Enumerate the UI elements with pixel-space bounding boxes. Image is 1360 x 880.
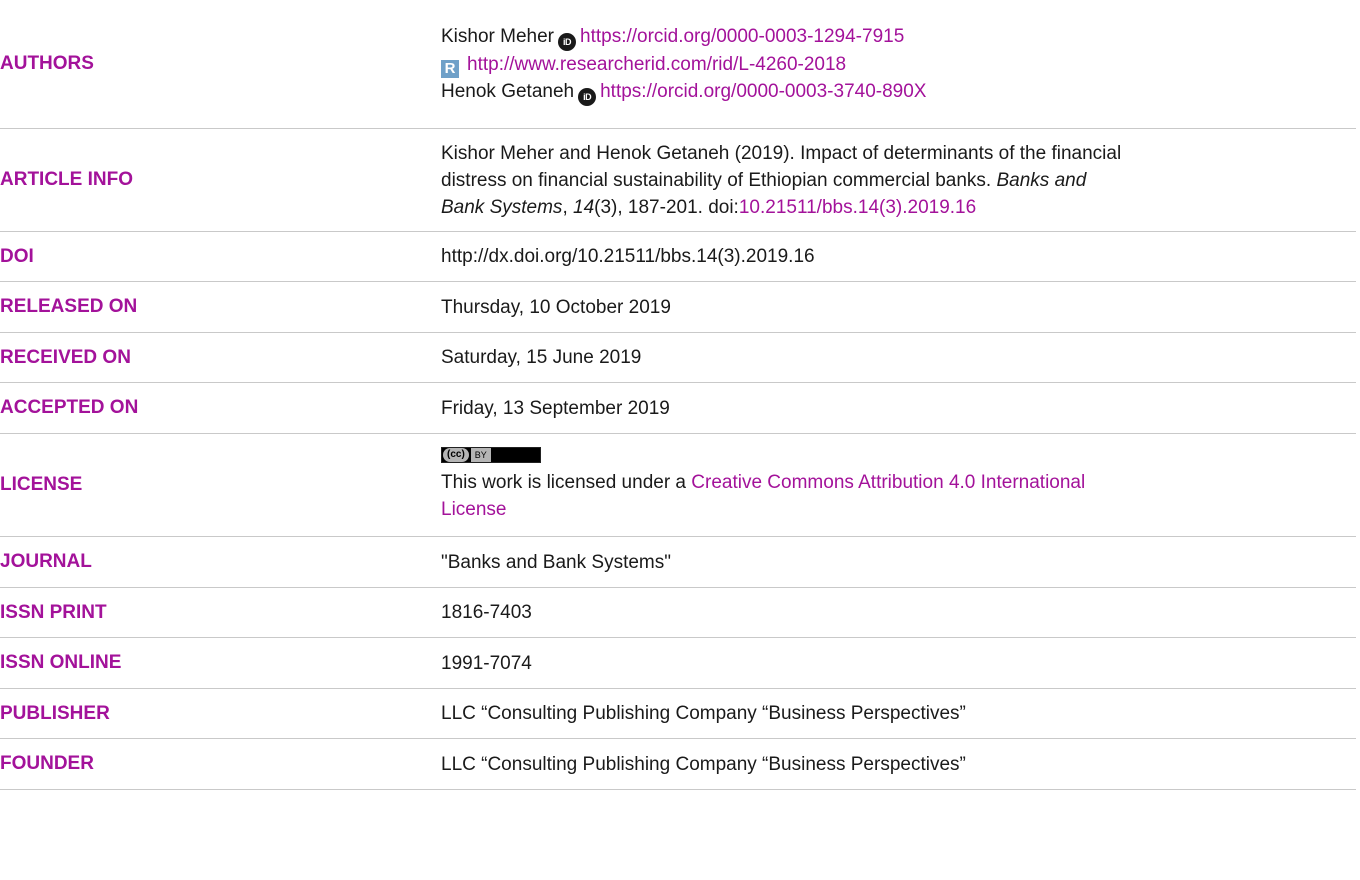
journal-value: "Banks and Bank Systems" bbox=[441, 537, 1356, 587]
article-info-label: ARTICLE INFO bbox=[0, 169, 133, 190]
row-publisher: PUBLISHER LLC “Consulting Publishing Com… bbox=[0, 689, 1356, 739]
accepted-label: ACCEPTED ON bbox=[0, 397, 139, 418]
orcid-icon: iD bbox=[558, 32, 576, 51]
orcid-icon: iD bbox=[578, 87, 597, 106]
article-metadata-table: AUTHORS Kishor Meher iD https://orcid.org/… bbox=[0, 0, 1360, 880]
founder-label: FOUNDER bbox=[0, 753, 94, 774]
author-2-name: Henok Getaneh bbox=[441, 80, 575, 102]
license-label: LICENSE bbox=[0, 474, 83, 495]
citation-volume: 14 bbox=[573, 196, 595, 218]
citation-comma: , bbox=[562, 196, 568, 218]
accepted-value: Friday, 13 September 2019 bbox=[441, 383, 1356, 433]
founder-value: LLC “Consulting Publishing Company “Busi… bbox=[441, 739, 1356, 789]
cc-by-badge-icon[interactable]: (cc) BY bbox=[441, 447, 541, 463]
journal-text: "Banks and Bank Systems" bbox=[441, 551, 671, 573]
author-1-rid-line: Rhttp://www.researcherid.com/rid/L-4260-… bbox=[441, 51, 1356, 78]
received-label: RECEIVED ON bbox=[0, 346, 131, 368]
row-issn-online: ISSN ONLINE 1991-7074 bbox=[0, 638, 1356, 689]
cc-badge-cc: (cc) bbox=[443, 448, 469, 462]
row-received-on: RECEIVED ON Saturday, 15 June 2019 bbox=[0, 333, 1356, 383]
citation-title-end: distress on financial sustainability of … bbox=[441, 169, 992, 191]
row-license: LICENSE (cc) BY This work is licensed un… bbox=[0, 434, 1356, 537]
issn-online-text: 1991-7074 bbox=[441, 652, 532, 674]
row-accepted-on: ACCEPTED ON Friday, 13 September 2019 bbox=[0, 383, 1356, 434]
license-line-1: This work is licensed under a Creative C… bbox=[441, 469, 1356, 496]
issn-print-label: ISSN PRINT bbox=[0, 601, 107, 623]
received-text: Saturday, 15 June 2019 bbox=[441, 347, 642, 368]
author-1-orcid-link[interactable]: https://orcid.org/0000-0003-1294-7915 bbox=[580, 26, 904, 47]
doi-value: http://dx.doi.org/10.21511/bbs.14(3).201… bbox=[441, 232, 1356, 281]
license-line-2: License bbox=[441, 496, 1356, 523]
issn-print-text: 1816-7403 bbox=[441, 602, 532, 623]
researcherid-icon: R bbox=[441, 59, 459, 78]
doi-text: http://dx.doi.org/10.21511/bbs.14(3).201… bbox=[441, 246, 815, 267]
article-info-value: Kishor Meher and Henok Getaneh (2019). I… bbox=[441, 129, 1356, 231]
citation-line-1: Kishor Meher and Henok Getaneh (2019). I… bbox=[441, 142, 1122, 164]
license-text: This work is licensed under a bbox=[441, 472, 692, 493]
issn-online-value: 1991-7074 bbox=[441, 638, 1356, 688]
journal-label: JOURNAL bbox=[0, 551, 92, 572]
publisher-text: LLC “Consulting Publishing Company “Busi… bbox=[441, 703, 966, 724]
released-label: RELEASED ON bbox=[0, 296, 138, 317]
row-journal: JOURNAL "Banks and Bank Systems" bbox=[0, 537, 1356, 588]
citation-journal: Banks and bbox=[996, 169, 1087, 191]
author-1-name: Kishor Meher bbox=[441, 25, 554, 47]
citation-issue-pages: (3), 187-201. doi: bbox=[594, 196, 739, 218]
license-link[interactable]: Creative Commons Attribution 4.0 Interna… bbox=[691, 472, 1085, 493]
row-issn-print: ISSN PRINT 1816-7403 bbox=[0, 588, 1356, 638]
accepted-text: Friday, 13 September 2019 bbox=[441, 397, 670, 419]
author-2-line: Henok Getaneh iD https://orcid.org/0000-00… bbox=[441, 78, 1356, 106]
issn-print-value: 1816-7403 bbox=[441, 588, 1356, 637]
author-2-orcid-link[interactable]: https://orcid.org/0000-0003-3740-890X bbox=[600, 81, 926, 102]
authors-value: Kishor Meher iD https://orcid.org/0000-000… bbox=[441, 0, 1356, 128]
publisher-label: PUBLISHER bbox=[0, 702, 110, 724]
released-text: Thursday, 10 October 2019 bbox=[441, 296, 671, 318]
citation-line-3: Bank Systems, 14(3), 187-201. doi:10.215… bbox=[441, 194, 1356, 221]
cc-badge-by: BY bbox=[470, 448, 491, 462]
row-founder: FOUNDER LLC “Consulting Publishing Compa… bbox=[0, 739, 1356, 790]
row-article-info: ARTICLE INFO Kishor Meher and Henok Geta… bbox=[0, 129, 1356, 232]
row-authors: AUTHORS Kishor Meher iD https://orcid.org/… bbox=[0, 0, 1356, 129]
row-released-on: RELEASED ON Thursday, 10 October 2019 bbox=[0, 282, 1356, 333]
author-1-line: Kishor Meher iD https://orcid.org/0000-000… bbox=[441, 23, 1356, 51]
authors-label: AUTHORS bbox=[0, 53, 94, 74]
publisher-value: LLC “Consulting Publishing Company “Busi… bbox=[441, 689, 1356, 738]
citation-journal-cont: Bank Systems bbox=[441, 196, 563, 218]
doi-label: DOI bbox=[0, 245, 34, 267]
citation-doi-link[interactable]: 10.21511/bbs.14(3).2019.16 bbox=[739, 197, 976, 218]
released-value: Thursday, 10 October 2019 bbox=[441, 282, 1356, 332]
founder-text: LLC “Consulting Publishing Company “Busi… bbox=[441, 753, 966, 775]
issn-online-label: ISSN ONLINE bbox=[0, 652, 122, 673]
author-1-researcherid-link[interactable]: http://www.researcherid.com/rid/L-4260-2… bbox=[467, 54, 846, 75]
citation-line-2: distress on financial sustainability of … bbox=[441, 167, 1356, 194]
license-value: (cc) BY This work is licensed under a Cr… bbox=[441, 434, 1356, 536]
row-doi: DOI http://dx.doi.org/10.21511/bbs.14(3)… bbox=[0, 232, 1356, 282]
received-value: Saturday, 15 June 2019 bbox=[441, 333, 1356, 382]
license-link-cont[interactable]: License bbox=[441, 499, 507, 520]
